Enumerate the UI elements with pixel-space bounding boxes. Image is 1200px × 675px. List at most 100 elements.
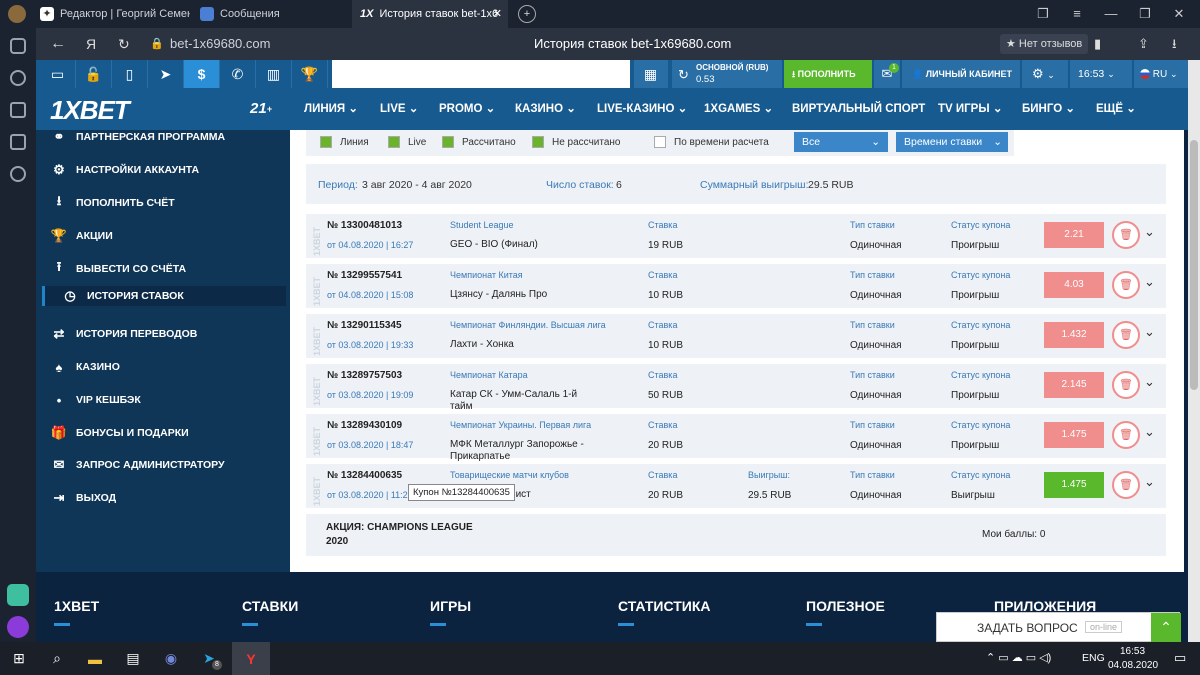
- chevron-down-icon[interactable]: ⌄: [1144, 474, 1160, 490]
- ask-question-widget[interactable]: ЗАДАТЬ ВОПРОС on-line ⌃: [936, 612, 1181, 643]
- footer-heading[interactable]: 1XBET: [54, 598, 99, 614]
- chevron-down-icon[interactable]: ⌄: [1144, 274, 1160, 290]
- sidebar-item-withdraw[interactable]: ⭱ ВЫВЕСТИ СО СЧЁТА: [42, 254, 286, 284]
- tab-bet-history[interactable]: 1X История ставок bet-1x6 ✕: [352, 0, 508, 28]
- bet-league[interactable]: Чемпионат Катара: [450, 370, 528, 380]
- nav-casino[interactable]: КАЗИНО ⌄: [515, 88, 576, 130]
- chevron-down-icon[interactable]: ⌄: [1144, 424, 1160, 440]
- alice-icon[interactable]: [7, 616, 29, 638]
- chevron-down-icon[interactable]: ⌄: [1144, 224, 1160, 240]
- sidebar-item-bet-history[interactable]: ◷ ИСТОРИЯ СТАВОК: [42, 286, 286, 306]
- sidebar-item-partner[interactable]: ⚭ ПАРТНЕРСКАЯ ПРОГРАММА: [42, 122, 286, 152]
- folder-icon[interactable]: ▬: [76, 642, 114, 675]
- profile-avatar[interactable]: [8, 5, 26, 23]
- page-scrollbar[interactable]: [1188, 60, 1200, 642]
- filter-live[interactable]: Live: [388, 130, 426, 154]
- sidebar-item-deposit[interactable]: ⭳ ПОПОЛНИТЬ СЧЁТ: [42, 188, 286, 218]
- media-icon[interactable]: [10, 166, 26, 182]
- type-select[interactable]: Все ⌄: [794, 132, 888, 152]
- footer-heading[interactable]: СТАТИСТИКА: [618, 598, 711, 614]
- trophy-icon[interactable]: 🏆: [292, 60, 328, 88]
- mail-icon[interactable]: ✉ 1: [874, 60, 900, 88]
- nav-tv-games[interactable]: TV ИГРЫ ⌄: [938, 88, 1002, 130]
- filter-by-settle-time[interactable]: По времени расчета: [654, 130, 769, 154]
- trash-icon[interactable]: 🗑: [1112, 421, 1140, 449]
- nav-line[interactable]: ЛИНИЯ ⌄: [304, 88, 358, 130]
- footer-heading[interactable]: ПОЛЕЗНОЕ: [806, 598, 885, 614]
- nav-1xgames[interactable]: 1XGAMES ⌄: [704, 88, 773, 130]
- history-icon[interactable]: [10, 70, 26, 86]
- close-tab-icon[interactable]: ✕: [493, 0, 502, 28]
- filter-settled[interactable]: Рассчитано: [442, 130, 516, 154]
- messenger-icon[interactable]: [7, 584, 29, 606]
- bet-row[interactable]: 1XBET № 13289430109 от 03.08.2020 | 18:47 Ч…: [306, 414, 1166, 462]
- sidebar-item-casino[interactable]: ♠ КАЗИНО: [42, 352, 286, 382]
- collections-icon[interactable]: [10, 134, 26, 150]
- clock-time[interactable]: 16:53: [1120, 646, 1145, 657]
- nav-promo[interactable]: PROMO ⌄: [439, 88, 495, 130]
- url-text[interactable]: bet-1x69680.com: [170, 28, 270, 60]
- sidebar-item-vip-cashback[interactable]: • VIP КЕШБЭК: [42, 385, 286, 415]
- footer-heading[interactable]: СТАВКИ: [242, 598, 298, 614]
- sort-select[interactable]: Времени ставки ⌄: [896, 132, 1008, 152]
- trash-icon[interactable]: 🗑: [1112, 371, 1140, 399]
- new-tab-button[interactable]: +: [518, 5, 536, 23]
- lock-icon[interactable]: 🔒: [150, 28, 164, 60]
- settings-icon[interactable]: ⚙ ⌄: [1022, 60, 1068, 88]
- bet-league[interactable]: Чемпионат Финляндии. Высшая лига: [450, 320, 606, 330]
- filter-line[interactable]: Линия: [320, 130, 369, 154]
- desktop-icon[interactable]: ▭: [40, 60, 76, 88]
- favorites-icon[interactable]: [10, 102, 26, 118]
- chevron-down-icon[interactable]: ⌄: [1144, 374, 1160, 390]
- trash-icon[interactable]: 🗑: [1112, 271, 1140, 299]
- nav-live-casino[interactable]: LIVE-КАЗИНО ⌄: [597, 88, 687, 130]
- sidebar-item-bonuses[interactable]: 🎁 БОНУСЫ И ПОДАРКИ: [42, 418, 286, 448]
- discord-icon[interactable]: ◉: [152, 642, 190, 675]
- lock-site-icon[interactable]: 🔓: [76, 60, 112, 88]
- trash-icon[interactable]: 🗑: [1112, 221, 1140, 249]
- refresh-icon[interactable]: ↻: [678, 67, 689, 83]
- notifications-icon[interactable]: ▭: [1174, 650, 1186, 666]
- filter-unsettled[interactable]: Не рассчитано: [532, 130, 620, 154]
- nav-virtual-sport[interactable]: ВИРТУАЛЬНЫЙ СПОРТ: [792, 88, 925, 130]
- balance-box[interactable]: ↻ ОСНОВНОЙ (RUB) 0.53: [672, 60, 782, 88]
- time-display[interactable]: 16:53 ⌄: [1070, 60, 1132, 88]
- trash-icon[interactable]: 🗑: [1112, 471, 1140, 499]
- chevron-down-icon[interactable]: ⌄: [1144, 324, 1160, 340]
- qr-code-icon[interactable]: ▦: [634, 60, 668, 88]
- scrollbar-thumb[interactable]: [1190, 140, 1198, 390]
- tab-messages[interactable]: Сообщения: [200, 0, 340, 28]
- back-icon[interactable]: ←: [50, 28, 66, 60]
- nav-live[interactable]: LIVE ⌄: [380, 88, 418, 130]
- menu-icon[interactable]: ≡: [1060, 0, 1094, 28]
- download-browser-icon[interactable]: ⭳: [1172, 28, 1177, 60]
- bet-league[interactable]: Student League: [450, 220, 514, 230]
- bet-league[interactable]: Чемпионат Китая: [450, 270, 523, 280]
- yandex-icon[interactable]: Я: [86, 28, 96, 60]
- reviews-button[interactable]: ★ Нет отзывов: [1000, 34, 1089, 54]
- bet-row[interactable]: 1XBET № 13290115345 от 03.08.2020 | 19:33 Ч…: [306, 314, 1166, 358]
- yandex-browser-icon[interactable]: Y: [232, 642, 270, 675]
- deposit-button[interactable]: ⭳ ПОПОЛНИТЬ: [784, 60, 872, 88]
- bet-row[interactable]: 1XBET № 13300481013 от 04.08.2020 | 16:27 S…: [306, 214, 1166, 258]
- footer-heading[interactable]: ИГРЫ: [430, 598, 471, 614]
- sidebar-item-transfers[interactable]: ⇄ ИСТОРИЯ ПЕРЕВОДОВ: [42, 319, 286, 349]
- bet-league[interactable]: Товарищеские матчи клубов: [450, 470, 569, 480]
- tray-icons[interactable]: ⌃ ▭ ☁ ▭ ◁): [986, 651, 1051, 664]
- keyboard-lang[interactable]: ENG: [1082, 652, 1105, 664]
- telegram-icon[interactable]: ➤: [148, 60, 184, 88]
- network-app-icon[interactable]: ▤: [114, 642, 152, 675]
- bet-league[interactable]: Чемпионат Украины. Первая лига: [450, 420, 591, 430]
- search-icon[interactable]: ⌕: [38, 642, 76, 675]
- share-icon[interactable]: ⇪: [1138, 28, 1149, 60]
- trash-icon[interactable]: 🗑: [1112, 321, 1140, 349]
- phone-icon[interactable]: ✆: [220, 60, 256, 88]
- bookmarks-icon[interactable]: ❐: [1026, 0, 1060, 28]
- nav-more[interactable]: ЕЩЁ ⌄: [1096, 88, 1136, 130]
- telegram-taskbar-icon[interactable]: ➤ 8: [190, 642, 228, 675]
- windows-start-icon[interactable]: ⊞: [0, 642, 38, 675]
- sidebar-item-settings[interactable]: ⚙ НАСТРОЙКИ АККАУНТА: [42, 155, 286, 185]
- minimize-button[interactable]: —: [1094, 0, 1128, 28]
- sidebar-item-admin-request[interactable]: ✉ ЗАПРОС АДМИНИСТРАТОРУ: [42, 450, 286, 480]
- chevron-up-icon[interactable]: ⌃: [1151, 613, 1181, 643]
